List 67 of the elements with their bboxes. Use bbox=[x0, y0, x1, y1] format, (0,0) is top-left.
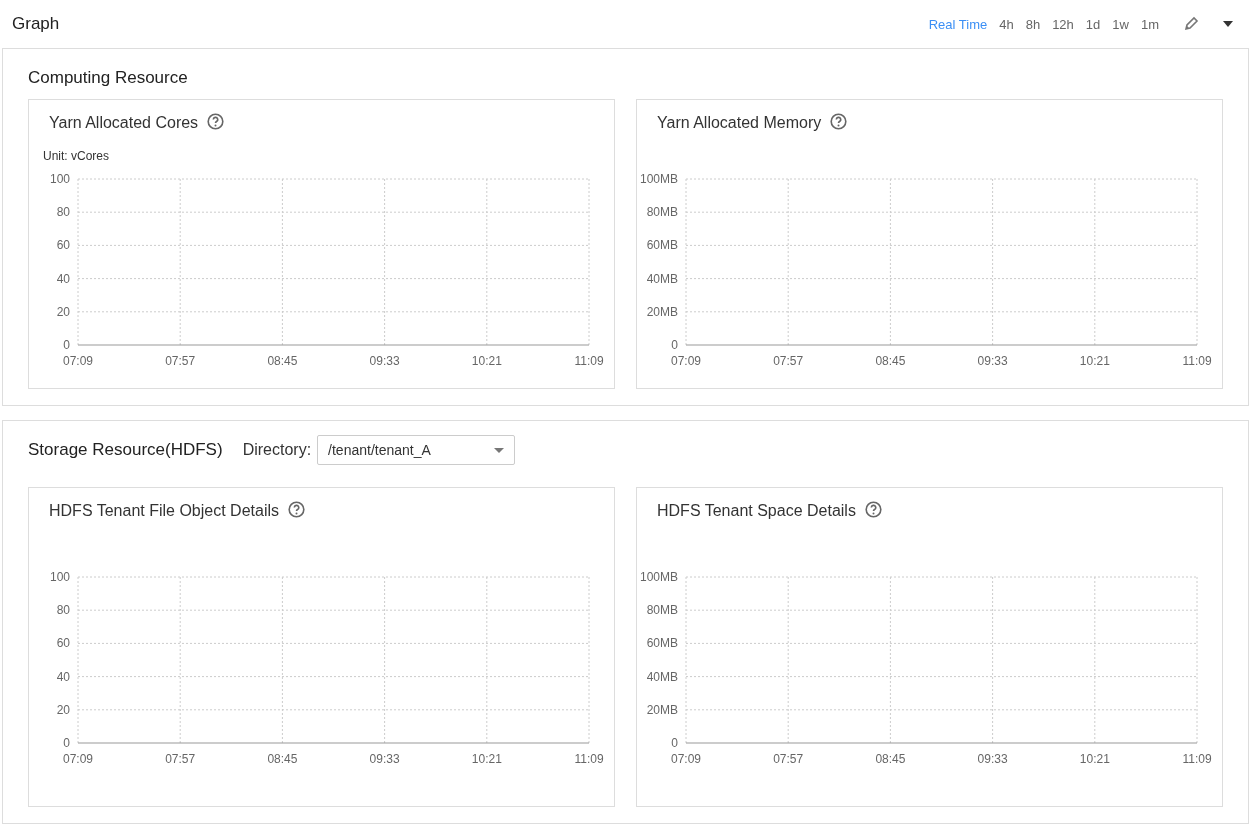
x-axis-label: 11:09 bbox=[574, 354, 604, 368]
x-axis-label: 09:33 bbox=[369, 354, 400, 368]
y-axis-label: 100MB bbox=[639, 172, 678, 186]
section-title: Computing Resource bbox=[28, 68, 188, 88]
y-axis-label: 100 bbox=[49, 570, 70, 584]
chart-title: HDFS Tenant Space Details bbox=[657, 502, 856, 520]
x-axis-label: 08:45 bbox=[267, 752, 298, 766]
directory-dropdown[interactable]: /tenant/tenant_A bbox=[317, 435, 516, 465]
y-axis-label: 40 bbox=[56, 669, 70, 684]
caret-icon[interactable] bbox=[1223, 21, 1233, 27]
y-axis-label: 100MB bbox=[639, 570, 678, 584]
x-axis-label: 10:21 bbox=[471, 752, 502, 766]
y-axis-label: 40MB bbox=[646, 271, 678, 286]
time-range-tab[interactable]: Real Time bbox=[924, 16, 992, 32]
x-axis-label: 10:21 bbox=[1079, 752, 1110, 766]
edit-icon[interactable] bbox=[1183, 16, 1199, 32]
time-range-tab[interactable]: 1d bbox=[1081, 16, 1105, 32]
x-axis-label: 07:09 bbox=[671, 354, 701, 368]
y-axis-label: 60MB bbox=[646, 636, 678, 651]
chart-title: Yarn Allocated Cores bbox=[49, 114, 199, 132]
x-axis-label: 08:45 bbox=[267, 354, 298, 368]
x-axis-label: 10:21 bbox=[471, 354, 502, 368]
x-axis-label: 11:09 bbox=[1182, 354, 1212, 368]
y-axis-label: 0 bbox=[63, 736, 70, 750]
x-axis-label: 08:45 bbox=[875, 752, 906, 766]
x-axis-label: 07:57 bbox=[165, 354, 196, 368]
x-axis-label: 08:45 bbox=[875, 354, 906, 368]
page-title: Graph bbox=[12, 14, 60, 34]
x-axis-label: 10:21 bbox=[1079, 354, 1110, 368]
x-axis-label: 09:33 bbox=[369, 752, 400, 766]
y-axis-label: 80 bbox=[56, 205, 70, 220]
x-axis-label: 09:33 bbox=[977, 354, 1008, 368]
y-axis-label: 20 bbox=[56, 702, 70, 717]
chart-title: HDFS Tenant File Object Details bbox=[49, 502, 279, 520]
x-axis-label: 07:09 bbox=[63, 354, 93, 368]
directory-label: Directory: bbox=[242, 441, 312, 459]
y-axis-label: 40MB bbox=[646, 669, 678, 684]
y-axis-label: 80MB bbox=[646, 603, 678, 618]
y-axis-label: 0 bbox=[671, 736, 678, 750]
y-axis-label: 60 bbox=[56, 238, 70, 253]
section-title: Storage Resource(HDFS) bbox=[28, 440, 223, 460]
unit-label: Unit: vCores bbox=[42, 148, 111, 165]
x-axis-label: 11:09 bbox=[1182, 752, 1212, 766]
time-range-tab[interactable]: 8h bbox=[1021, 16, 1045, 32]
time-range-tab[interactable]: 1w bbox=[1108, 16, 1133, 32]
time-range-tab[interactable]: 4h bbox=[995, 16, 1018, 32]
y-axis-label: 20MB bbox=[646, 304, 678, 319]
x-axis-label: 09:33 bbox=[977, 752, 1008, 766]
y-axis-label: 100 bbox=[49, 172, 70, 186]
x-axis-label: 07:09 bbox=[671, 752, 701, 766]
y-axis-label: 80MB bbox=[646, 205, 678, 220]
y-axis-label: 40 bbox=[56, 271, 70, 286]
x-axis-label: 07:57 bbox=[773, 752, 804, 766]
y-axis-label: 20MB bbox=[646, 702, 678, 717]
y-axis-label: 20 bbox=[56, 304, 70, 319]
y-axis-label: 60MB bbox=[646, 238, 678, 253]
x-axis-label: 11:09 bbox=[574, 752, 604, 766]
time-range-tab[interactable]: 1m bbox=[1136, 16, 1163, 32]
x-axis-label: 07:57 bbox=[165, 752, 196, 766]
y-axis-label: 60 bbox=[56, 636, 70, 651]
x-axis-label: 07:09 bbox=[63, 752, 93, 766]
chart-title: Yarn Allocated Memory bbox=[657, 114, 822, 132]
time-range-tab[interactable]: 12h bbox=[1048, 16, 1078, 32]
y-axis-label: 0 bbox=[63, 338, 70, 352]
x-axis-label: 07:57 bbox=[773, 354, 804, 368]
y-axis-label: 80 bbox=[56, 603, 70, 618]
y-axis-label: 0 bbox=[671, 338, 678, 352]
